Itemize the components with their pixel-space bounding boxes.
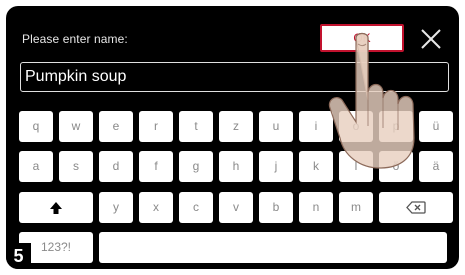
shift-key[interactable] bbox=[19, 192, 93, 223]
key-b[interactable]: b bbox=[259, 192, 293, 223]
keyboard-row-4: 123?! bbox=[19, 232, 447, 263]
name-prompt-label: Please enter name: bbox=[22, 32, 128, 46]
key-h[interactable]: h bbox=[219, 151, 253, 182]
key-u[interactable]: u bbox=[259, 111, 293, 142]
key-a[interactable]: a bbox=[19, 151, 53, 182]
shift-arrow-icon bbox=[50, 201, 62, 214]
key-q[interactable]: q bbox=[19, 111, 53, 142]
close-icon[interactable] bbox=[418, 26, 444, 52]
key-l[interactable]: l bbox=[339, 151, 373, 182]
ok-button[interactable]: OK bbox=[320, 24, 404, 52]
key-g[interactable]: g bbox=[179, 151, 213, 182]
key-f[interactable]: f bbox=[139, 151, 173, 182]
key-p[interactable]: p bbox=[379, 111, 413, 142]
key-o[interactable]: o bbox=[339, 111, 373, 142]
key-k[interactable]: k bbox=[299, 151, 333, 182]
keyboard-row-2: a s d f g h j k l ö ä bbox=[19, 151, 453, 182]
keyboard-row-1: q w e r t z u i o p ü bbox=[19, 111, 453, 142]
key-i[interactable]: i bbox=[299, 111, 333, 142]
key-v[interactable]: v bbox=[219, 192, 253, 223]
key-d[interactable]: d bbox=[99, 151, 133, 182]
name-input[interactable]: Pumpkin soup bbox=[20, 62, 449, 92]
key-c[interactable]: c bbox=[179, 192, 213, 223]
key-s[interactable]: s bbox=[59, 151, 93, 182]
step-number-badge: 5 bbox=[6, 243, 31, 269]
keyboard-dialog: Please enter name: OK Pumpkin soup q w e… bbox=[6, 6, 459, 269]
key-a-umlaut[interactable]: ä bbox=[419, 151, 453, 182]
key-r[interactable]: r bbox=[139, 111, 173, 142]
key-m[interactable]: m bbox=[339, 192, 373, 223]
key-u-umlaut[interactable]: ü bbox=[419, 111, 453, 142]
key-z[interactable]: z bbox=[219, 111, 253, 142]
key-n[interactable]: n bbox=[299, 192, 333, 223]
key-w[interactable]: w bbox=[59, 111, 93, 142]
key-t[interactable]: t bbox=[179, 111, 213, 142]
space-key[interactable] bbox=[99, 232, 447, 263]
backspace-icon bbox=[406, 201, 426, 214]
key-x[interactable]: x bbox=[139, 192, 173, 223]
key-e[interactable]: e bbox=[99, 111, 133, 142]
key-j[interactable]: j bbox=[259, 151, 293, 182]
key-y[interactable]: y bbox=[99, 192, 133, 223]
keyboard-row-3: y x c v b n m bbox=[19, 192, 453, 223]
key-o-umlaut[interactable]: ö bbox=[379, 151, 413, 182]
backspace-key[interactable] bbox=[379, 192, 453, 223]
